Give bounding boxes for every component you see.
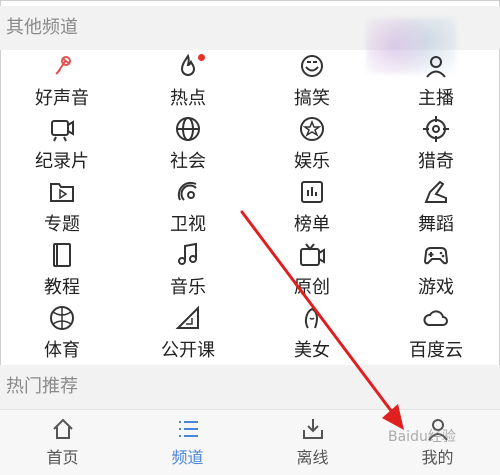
tab-home[interactable]: 首页 <box>0 410 125 475</box>
channel-grid: 好声音 热点 搞笑 主播纪录片 社会 娱乐 猎奇专题 卫视 榜单 舞蹈教程 音乐 原创 游戏体育 公开课 美… <box>0 50 500 365</box>
woman-icon <box>298 304 326 332</box>
channel-label: 百度云 <box>409 340 463 361</box>
star-icon <box>298 115 326 143</box>
channel-label: 搞笑 <box>294 88 330 109</box>
channel-item[interactable]: 社会 <box>126 113 250 176</box>
laugh-icon <box>298 52 326 80</box>
globe-icon <box>174 115 202 143</box>
channel-item[interactable]: 公开课 <box>126 302 250 365</box>
channel-item[interactable]: 专题 <box>0 176 124 239</box>
list-icon <box>175 416 201 442</box>
channel-item[interactable]: 美女 <box>250 302 374 365</box>
chart-icon <box>298 178 326 206</box>
channel-label: 美女 <box>294 340 330 361</box>
gamepad-icon <box>422 241 450 269</box>
channel-item[interactable]: 好声音 <box>0 50 124 113</box>
channel-label: 专题 <box>44 214 80 235</box>
channel-item[interactable]: 主播 <box>374 50 498 113</box>
channel-label: 榜单 <box>294 214 330 235</box>
channel-label: 猎奇 <box>418 151 454 172</box>
music-icon <box>174 241 202 269</box>
channel-label: 公开课 <box>161 340 215 361</box>
channel-item[interactable]: 卫视 <box>126 176 250 239</box>
user-icon <box>422 52 450 80</box>
tab-list[interactable]: 频道 <box>125 410 250 475</box>
notification-dot <box>198 54 205 61</box>
channel-label: 舞蹈 <box>418 214 454 235</box>
channel-item[interactable]: 娱乐 <box>250 113 374 176</box>
tv-icon <box>298 241 326 269</box>
channel-item[interactable]: 榜单 <box>250 176 374 239</box>
channel-item[interactable]: 百度云 <box>374 302 498 365</box>
channel-item[interactable]: 音乐 <box>126 239 250 302</box>
channel-label: 卫视 <box>170 214 206 235</box>
channel-label: 热点 <box>170 88 206 109</box>
microphone-icon <box>48 52 76 80</box>
channel-label: 主播 <box>418 88 454 109</box>
channel-label: 音乐 <box>170 277 206 298</box>
home-icon <box>50 416 76 442</box>
target-icon <box>422 115 450 143</box>
play-folder-icon <box>48 178 76 206</box>
channel-item[interactable]: 猎奇 <box>374 113 498 176</box>
channel-item[interactable]: 搞笑 <box>250 50 374 113</box>
channel-item[interactable]: 体育 <box>0 302 124 365</box>
watermark: Baidu经验 <box>388 429 456 445</box>
channel-label: 体育 <box>44 340 80 361</box>
channel-item[interactable]: 游戏 <box>374 239 498 302</box>
cloud-icon <box>422 304 450 332</box>
channel-item[interactable]: 舞蹈 <box>374 176 498 239</box>
channel-item[interactable]: 原创 <box>250 239 374 302</box>
book-icon <box>48 241 76 269</box>
channel-label: 游戏 <box>418 277 454 298</box>
channel-item[interactable]: 教程 <box>0 239 124 302</box>
tab-label: 我的 <box>421 448 454 467</box>
ball-icon <box>48 304 76 332</box>
shoe-icon <box>422 178 450 206</box>
tab-label: 首页 <box>46 448 79 467</box>
ruler-icon <box>174 304 202 332</box>
channel-item[interactable]: 纪录片 <box>0 113 124 176</box>
channel-label: 娱乐 <box>294 151 330 172</box>
section-header-hot-recommend: 热门推荐 <box>0 365 500 409</box>
channel-label: 纪录片 <box>35 151 89 172</box>
tab-download[interactable]: 离线 <box>250 410 375 475</box>
channel-label: 社会 <box>170 151 206 172</box>
camera-icon <box>48 115 76 143</box>
tab-label: 频道 <box>171 448 204 467</box>
channel-label: 原创 <box>294 277 330 298</box>
tab-label: 离线 <box>296 448 329 467</box>
satellite-icon <box>174 178 202 206</box>
channel-item[interactable]: 热点 <box>126 50 250 113</box>
channel-label: 教程 <box>44 277 80 298</box>
download-icon <box>300 416 326 442</box>
channel-label: 好声音 <box>35 88 89 109</box>
